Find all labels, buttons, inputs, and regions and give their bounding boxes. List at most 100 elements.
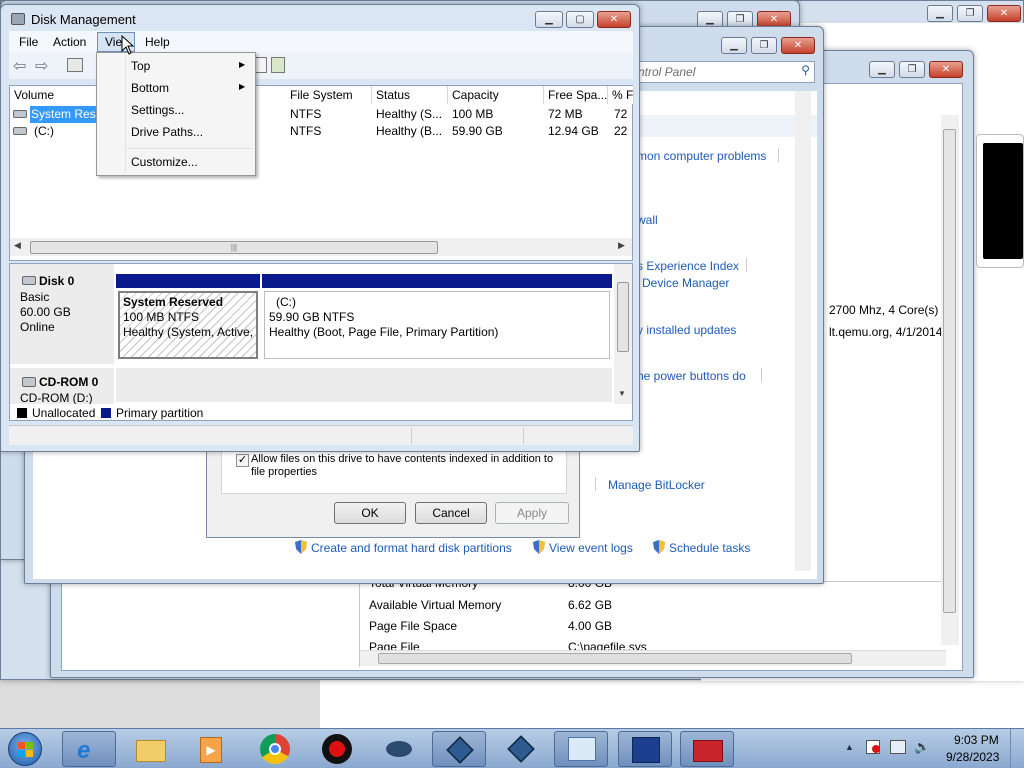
- bg-restore-button[interactable]: ❐: [957, 5, 983, 22]
- cpu-text: 2700 Mhz, 4 Core(s): [829, 303, 939, 317]
- show-hide-tree-icon[interactable]: [67, 58, 83, 72]
- cp-link-schedule-tasks[interactable]: Schedule tasks: [653, 540, 750, 555]
- start-button[interactable]: [4, 730, 44, 768]
- cp-link-format-partitions[interactable]: Create and format hard disk partitions: [295, 540, 512, 555]
- view-menu-settings[interactable]: Settings...: [131, 103, 184, 117]
- maximize-button[interactable]: ▢: [566, 11, 594, 28]
- col-percent-free[interactable]: % F: [608, 86, 634, 104]
- disk-vscroll-thumb[interactable]: [617, 282, 629, 352]
- cp-link-device-manager[interactable]: Device Manager: [642, 276, 729, 290]
- taskbar-virtualbox-1[interactable]: [432, 731, 486, 767]
- tray-show-hidden-icon[interactable]: ▲: [845, 742, 854, 752]
- partition-c[interactable]: (C:) 59.90 GB NTFS Healthy (Boot, Page F…: [262, 274, 612, 362]
- partition-header-bar: [116, 274, 260, 288]
- menu-file[interactable]: File: [19, 35, 38, 49]
- tray-network-icon[interactable]: [890, 740, 906, 754]
- virtualbox-icon: [446, 736, 474, 764]
- tray-volume-icon[interactable]: 🔈: [914, 739, 930, 755]
- taskbar-disk-management[interactable]: [618, 731, 672, 767]
- cp-link-experience-index[interactable]: s Experience Index: [637, 259, 739, 273]
- disk0-name: Disk 0: [39, 274, 75, 288]
- cdrom-label-box[interactable]: CD-ROM 0 CD-ROM (D:): [10, 368, 114, 408]
- view-menu-top[interactable]: Top: [131, 59, 150, 73]
- index-checkbox-label: Allow files on this drive to have conten…: [251, 453, 554, 478]
- partition-system-reserved[interactable]: System Reserved 100 MB NTFS Healthy (Sys…: [116, 274, 260, 362]
- show-desktop-button[interactable]: [1010, 729, 1024, 768]
- cp-link-power-buttons[interactable]: he power buttons do: [637, 369, 746, 383]
- status-sep-2: [523, 428, 524, 444]
- minimize-button[interactable]: ▁: [535, 11, 563, 28]
- taskbar-media[interactable]: ▶: [184, 731, 238, 767]
- taskbar-virtualbox-2[interactable]: [494, 731, 548, 767]
- sysinfo-hscroll-thumb[interactable]: [378, 653, 852, 664]
- back-arrow-icon[interactable]: ⇦: [13, 56, 26, 76]
- cp-link-event-logs-label: View event logs: [549, 541, 633, 555]
- cancel-button[interactable]: Cancel: [415, 502, 487, 524]
- disk-vscrollbar[interactable]: ▼: [614, 264, 632, 404]
- col-capacity[interactable]: Capacity: [448, 86, 544, 104]
- cp-link-format-label: Create and format hard disk partitions: [311, 541, 512, 555]
- volume-hscrollbar[interactable]: ◀ ||| ▶: [10, 238, 632, 256]
- bg-minimize-button[interactable]: ▁: [927, 5, 953, 22]
- taskbar-chrome[interactable]: [248, 731, 302, 767]
- cp-link-firewall[interactable]: wall: [637, 213, 658, 227]
- volume-hscroll-thumb[interactable]: |||: [30, 241, 438, 254]
- folder-icon: [136, 740, 166, 762]
- scroll-left-icon[interactable]: ◀: [14, 240, 21, 251]
- cp-search-box[interactable]: ntrol Panel ⚲: [625, 61, 815, 83]
- drive-icon: [13, 127, 27, 135]
- sys-vscrollbar[interactable]: [941, 115, 959, 645]
- clock-time[interactable]: 9:03 PM: [954, 733, 999, 747]
- menu-help[interactable]: Help: [145, 35, 170, 49]
- menu-bar: File Action View Help: [9, 31, 633, 53]
- col-free-space[interactable]: Free Spa...: [544, 86, 608, 104]
- legend-unallocated-swatch: [17, 408, 27, 418]
- taskbar-recorder[interactable]: [310, 731, 364, 767]
- drive-icon: [13, 110, 27, 118]
- cp-minimize-button[interactable]: ▁: [721, 37, 747, 54]
- cp-link-event-logs[interactable]: View event logs: [533, 540, 633, 555]
- cp-restore-button[interactable]: ❐: [751, 37, 777, 54]
- taskbar-app-6[interactable]: [372, 731, 426, 767]
- taskbar-toolbox[interactable]: [680, 731, 734, 767]
- scroll-down-icon[interactable]: ▼: [618, 389, 626, 398]
- cp-link-troubleshoot[interactable]: mon computer problems: [637, 149, 766, 163]
- disk0-label-box[interactable]: Disk 0 Basic 60.00 GB Online: [10, 264, 114, 364]
- properties-icon[interactable]: [271, 57, 285, 73]
- cdrom-icon: [22, 377, 36, 387]
- apply-button[interactable]: Apply: [495, 502, 569, 524]
- cp-vscrollbar[interactable]: [795, 91, 811, 571]
- taskbar-explorer[interactable]: [124, 731, 178, 767]
- sysinfo-hscrollbar[interactable]: [360, 650, 946, 666]
- sys-minimize-button[interactable]: ▁: [869, 61, 895, 78]
- sys-restore-button[interactable]: ❐: [899, 61, 925, 78]
- view-menu-customize[interactable]: Customize...: [131, 155, 198, 169]
- tray-action-center-icon[interactable]: [866, 740, 880, 754]
- index-checkbox[interactable]: ✓: [236, 454, 249, 467]
- cp-link-bitlocker[interactable]: Manage BitLocker: [608, 478, 705, 492]
- cp-close-button[interactable]: ✕: [781, 37, 815, 54]
- submenu-arrow-icon: ▶: [239, 60, 246, 69]
- clock-date[interactable]: 9/28/2023: [946, 750, 999, 764]
- ok-button[interactable]: OK: [334, 502, 406, 524]
- partition2-name: (C:): [276, 295, 296, 309]
- sys-vscroll-thumb[interactable]: [943, 129, 956, 613]
- col-file-system[interactable]: File System: [286, 86, 372, 104]
- sys-close-button[interactable]: ✕: [929, 61, 963, 78]
- scroll-right-icon[interactable]: ▶: [618, 240, 625, 251]
- taskbar-ie[interactable]: e: [62, 731, 116, 767]
- bg-close-button[interactable]: ✕: [987, 5, 1021, 22]
- close-button[interactable]: ✕: [597, 11, 631, 28]
- disk0-type: Basic: [20, 290, 50, 304]
- menu-action[interactable]: Action: [53, 35, 86, 49]
- cp-link-installed-updates[interactable]: y installed updates: [637, 323, 736, 337]
- properties-dialog: ✓ Allow files on this drive to have cont…: [206, 440, 580, 538]
- col-status[interactable]: Status: [372, 86, 448, 104]
- view-menu-drive-paths[interactable]: Drive Paths...: [131, 125, 203, 139]
- forward-arrow-icon[interactable]: ⇨: [35, 56, 48, 76]
- taskbar-control-panel[interactable]: [554, 731, 608, 767]
- device-preview: [976, 134, 1024, 268]
- view-menu-bottom[interactable]: Bottom: [131, 81, 169, 95]
- windows-logo-icon: [8, 732, 42, 766]
- cp-sep-3: [595, 477, 596, 491]
